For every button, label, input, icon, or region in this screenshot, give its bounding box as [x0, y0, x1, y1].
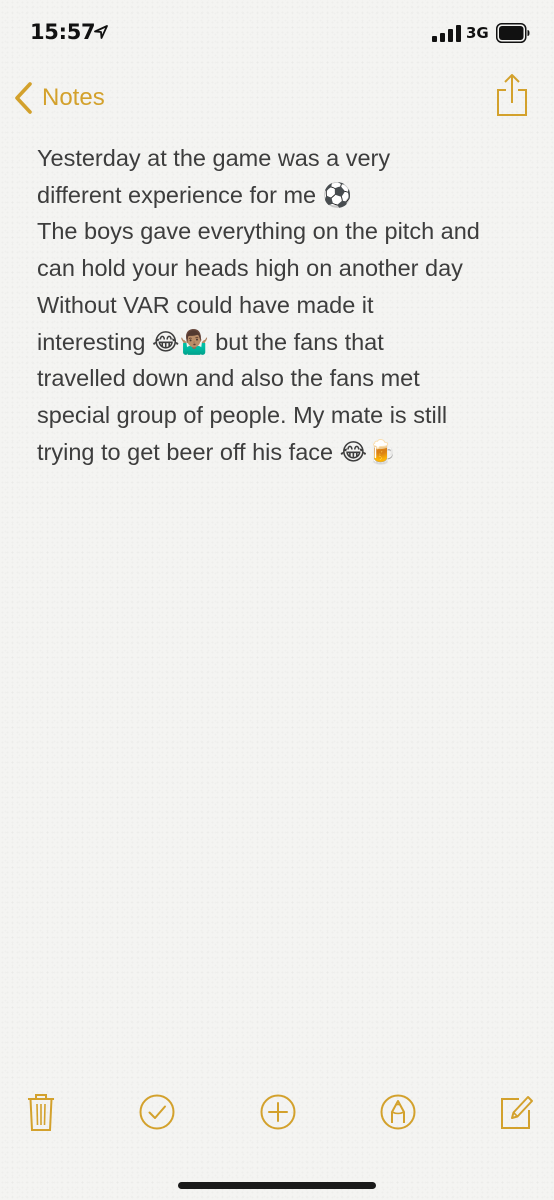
home-indicator[interactable] [178, 1182, 376, 1189]
checklist-icon [139, 1094, 175, 1130]
beer-emoji: 🍺 [367, 437, 397, 466]
note-line: interesting 😂🤷🏽‍♂️ but the fans that [37, 324, 532, 361]
add-icon [260, 1094, 296, 1130]
status-time: 15:57 [30, 20, 96, 44]
share-icon [497, 74, 527, 116]
note-body[interactable]: Yesterday at the game was a very differe… [37, 140, 532, 470]
note-line: can hold your heads high on another day [37, 255, 463, 282]
share-button[interactable] [494, 72, 530, 118]
location-arrow-icon [94, 25, 108, 39]
note-line: special group of people. My mate is stil… [37, 401, 448, 428]
add-button[interactable] [258, 1090, 298, 1134]
markup-icon [380, 1094, 416, 1130]
checklist-button[interactable] [137, 1090, 177, 1134]
network-label: 3G [466, 24, 489, 42]
soccer-ball-emoji: ⚽ [322, 180, 352, 209]
note-line: travelled down and also the fans met [37, 365, 420, 392]
note-line: The boys gave everything on the pitch an… [37, 218, 480, 245]
compose-button[interactable] [497, 1090, 537, 1134]
compose-icon [501, 1096, 533, 1129]
battery-icon [496, 23, 530, 43]
trash-icon [28, 1094, 54, 1131]
back-label: Notes [42, 84, 105, 111]
cellular-signal-icon [432, 25, 461, 42]
laughing-emoji: 😂 [151, 327, 180, 356]
note-line: trying to get beer off his face 😂🍺 [37, 434, 532, 471]
delete-button[interactable] [21, 1090, 61, 1134]
bottom-toolbar [0, 1090, 554, 1150]
note-line: Yesterday at the game was a very [37, 145, 391, 171]
chevron-left-icon [15, 82, 32, 114]
laughing-emoji: 😂 [339, 437, 368, 466]
shrug-emoji: 🤷🏽‍♂️ [179, 327, 209, 356]
note-line: Without VAR could have made it [37, 291, 374, 318]
note-line: different experience for me ⚽ [37, 177, 532, 214]
status-bar: 15:57 3G [0, 0, 554, 66]
markup-button[interactable] [378, 1090, 418, 1134]
back-button[interactable]: Notes [12, 78, 105, 118]
